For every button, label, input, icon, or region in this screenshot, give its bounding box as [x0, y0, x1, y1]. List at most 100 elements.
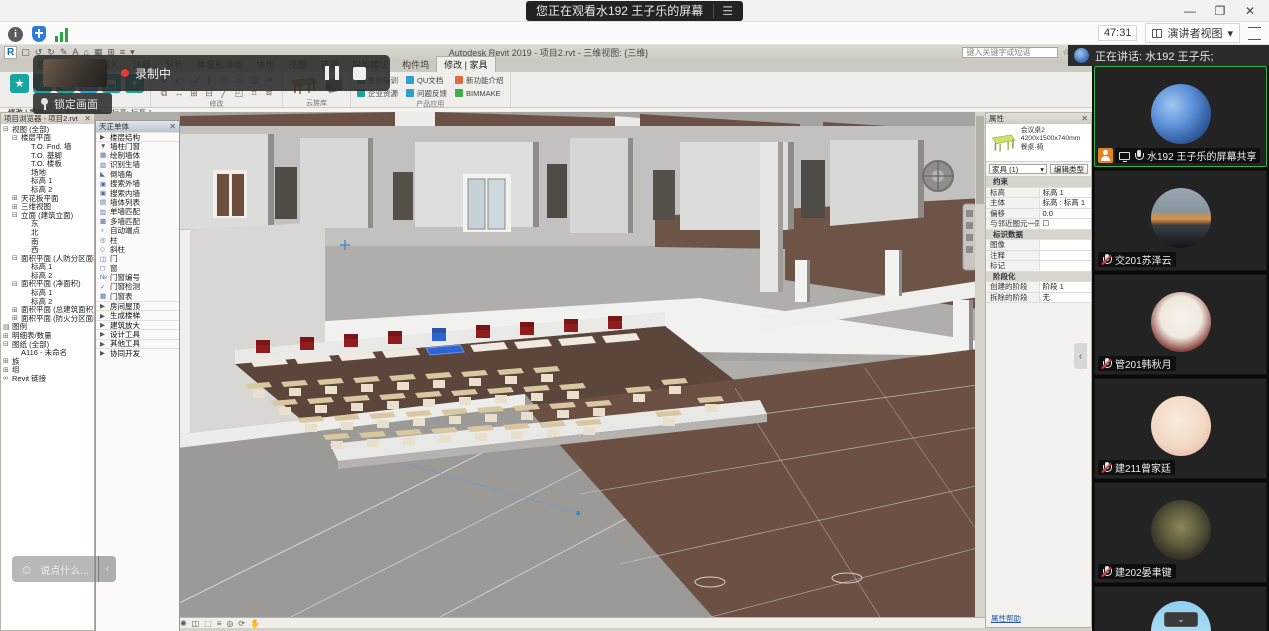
product-button[interactable]: QU文档	[406, 74, 447, 86]
product-button[interactable]: BIMMAKE	[455, 87, 504, 99]
pause-recording-button[interactable]	[325, 66, 339, 80]
search-input[interactable]: 键入关键字或短语	[962, 47, 1058, 58]
tree-expand-icon[interactable]: ⊟	[12, 280, 21, 288]
ribbon-tab[interactable]: 修改 | 家具	[436, 56, 495, 72]
property-value[interactable]: 阶段 1	[1039, 282, 1092, 292]
participant-name-bar: 水192 王子乐的屏幕共享	[1098, 148, 1260, 163]
property-value[interactable]: 标高 : 标高 1	[1039, 198, 1092, 208]
product-button[interactable]: 新功能介绍	[455, 74, 504, 86]
property-value[interactable]: 无	[1039, 293, 1092, 303]
ribbon-tab[interactable]: 构件坞	[395, 57, 436, 72]
participant-tile[interactable]: 建211曾家廷	[1094, 378, 1267, 479]
tree-item[interactable]: 北	[1, 228, 94, 237]
window-controls: — ❐ ✕	[1175, 0, 1265, 22]
tree-item[interactable]: T.O. 楼板	[1, 159, 94, 168]
tree-item[interactable]: 东	[1, 220, 94, 229]
qat-icon[interactable]: ▢	[21, 47, 30, 58]
tree-expand-icon[interactable]: ⊞	[3, 366, 12, 374]
view-control-bar: 1:100 ▦◧◐☼⌂✺◫⬚≡◎⟳✋	[95, 617, 985, 628]
property-value[interactable]	[1039, 251, 1092, 261]
participant-tile[interactable]: 管201韩秋月	[1094, 274, 1267, 375]
participant-tile[interactable]: 水192 王子乐的屏幕共享	[1094, 66, 1267, 167]
tree-expand-icon[interactable]: ⊞	[3, 332, 12, 340]
view-control-icon[interactable]: ✋	[250, 619, 260, 628]
3d-viewport[interactable]	[95, 112, 985, 625]
lock-screen-button[interactable]: 锁定画面	[33, 93, 112, 114]
property-label: 阶段化	[989, 271, 1040, 282]
panel-caption: 云族库	[289, 98, 344, 107]
palette-tool[interactable]: ◫ 门	[96, 254, 179, 263]
tree-expand-icon[interactable]: ⊟	[12, 254, 21, 262]
palette-tool[interactable]: ▥ 识别生墙	[96, 160, 179, 169]
close-icon[interactable]: ✕	[84, 114, 91, 123]
shield-icon[interactable]	[32, 26, 46, 42]
edit-type-button[interactable]: 编辑类型	[1050, 164, 1088, 174]
tree-expand-icon[interactable]: ∞	[3, 375, 12, 382]
palette-tool[interactable]: ◇ 斜柱	[96, 245, 179, 254]
minimize-button[interactable]: —	[1175, 0, 1205, 22]
view-control-icon[interactable]: ◫	[192, 619, 200, 628]
close-icon[interactable]: ✕	[1081, 114, 1088, 123]
palette-tool-icon: ▶	[100, 340, 110, 348]
stop-recording-button[interactable]	[353, 67, 366, 80]
property-value[interactable]: ☐	[1039, 219, 1092, 229]
tree-expand-icon[interactable]: ⊞	[12, 203, 21, 211]
property-value[interactable]: 0.0	[1039, 209, 1092, 219]
properties-help-link[interactable]: 属性帮助	[991, 613, 1021, 624]
palette-tool[interactable]: ▦ 门窗表	[96, 292, 179, 301]
emoji-icon[interactable]: ☺	[20, 562, 33, 577]
sidebar-collapse-handle[interactable]: ‹	[1074, 343, 1087, 369]
view-control-icon[interactable]: ≡	[217, 619, 222, 628]
type-selector-dropdown[interactable]: 家具 (1) ▾	[989, 164, 1047, 174]
tree-expand-icon[interactable]: ⊞	[12, 306, 21, 314]
tree-expand-icon[interactable]: ⊟	[3, 340, 12, 348]
product-button[interactable]: 问题反馈	[406, 87, 447, 99]
palette-tool[interactable]: ▶ 设计工具	[96, 329, 179, 338]
product-button-label: QU文档	[417, 75, 443, 86]
view-control-icon[interactable]: ✺	[180, 619, 187, 628]
view-control-icon[interactable]: ⬚	[204, 619, 212, 628]
participant-tile[interactable]: 建202晏聿键	[1094, 482, 1267, 583]
property-value[interactable]: 标高 1	[1039, 188, 1092, 198]
product-button-icon	[406, 76, 414, 84]
palette-tool[interactable]: ▶ 协同开发	[96, 348, 179, 357]
tree-expand-icon[interactable]: ⊟	[12, 211, 21, 219]
presenter-badge-icon	[1098, 148, 1113, 163]
banner-menu-icon[interactable]: ☰	[713, 4, 733, 18]
close-icon[interactable]: ✕	[169, 122, 176, 131]
app-icon[interactable]: ★	[10, 74, 29, 93]
tree-item-label: 立面 (建筑立面)	[21, 210, 73, 221]
tree-item[interactable]: ⊟ 立面 (建筑立面)	[1, 211, 94, 220]
tree-expand-icon[interactable]: ⊟	[3, 125, 12, 133]
tree-expand-icon[interactable]: ⊞	[12, 194, 21, 202]
palette-tool[interactable]: ▶ 建筑放大	[96, 320, 179, 329]
tree-item[interactable]: 南	[1, 237, 94, 246]
palette-tool[interactable]: ◎ 柱	[96, 235, 179, 244]
close-button[interactable]: ✕	[1235, 0, 1265, 22]
chat-collapse-button[interactable]: ‹	[98, 556, 116, 582]
tree-expand-icon[interactable]: ⊟	[12, 134, 21, 142]
palette-tool[interactable]: ♁ 自动端点	[96, 226, 179, 235]
palette-tool[interactable]: ▶ 其他工具	[96, 339, 179, 348]
view-control-icon[interactable]: ⟳	[238, 619, 245, 628]
tree-expand-icon[interactable]: ▤	[3, 323, 12, 331]
palette-tool[interactable]: ▶ 楼层结构	[96, 132, 179, 141]
tree-expand-icon[interactable]: ⊞	[3, 357, 12, 365]
participant-tile[interactable]: 交201苏泽云	[1094, 170, 1267, 271]
revit-logo[interactable]: R	[4, 46, 17, 59]
palette-tool[interactable]: ▶ 房间屋顶	[96, 301, 179, 310]
view-control-icon[interactable]: ◎	[226, 619, 233, 628]
restore-button[interactable]: ❐	[1205, 0, 1235, 22]
palette-tool[interactable]: ▶ 生成楼梯	[96, 310, 179, 319]
fullscreen-icon[interactable]	[1248, 27, 1261, 40]
tree-item[interactable]: ∞ Revit 链接	[1, 374, 94, 383]
property-value[interactable]	[1039, 240, 1092, 250]
property-value[interactable]	[1039, 261, 1092, 271]
view-mode-button[interactable]: 演讲者视图 ▾	[1145, 23, 1240, 43]
chat-input[interactable]: ☺ 说点什么...	[12, 556, 98, 582]
info-icon[interactable]: i	[8, 27, 23, 42]
palette-tool[interactable]: ✓ 门窗检测	[96, 282, 179, 291]
property-label: 标记	[986, 260, 1039, 271]
more-participants-button[interactable]: ⌄	[1164, 612, 1198, 627]
watching-banner-text: 您正在观看水192 王子乐的屏幕	[536, 2, 703, 19]
